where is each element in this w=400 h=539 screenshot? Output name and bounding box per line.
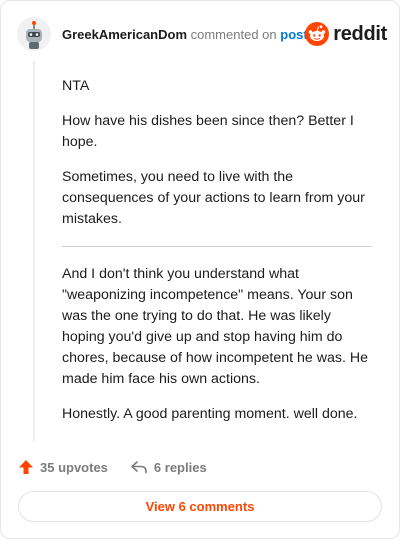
thread-line[interactable]: [33, 61, 35, 441]
snoo-avatar-icon: [17, 17, 51, 51]
comment-paragraph: Sometimes, you need to live with the con…: [62, 169, 365, 227]
comment-paragraph: How have his dishes been since then? Bet…: [62, 113, 354, 150]
upvote-button[interactable]: 35 upvotes: [18, 459, 108, 475]
comment-paragraph: NTA: [62, 78, 90, 94]
user-avatar[interactable]: [17, 17, 51, 51]
upvote-arrow-icon: [19, 460, 33, 474]
comment-paragraph: And I don't think you understand what "w…: [62, 266, 368, 387]
view-comments-button[interactable]: View 6 comments: [18, 491, 382, 522]
comment-paragraph: Honestly. A good parenting moment. well …: [62, 406, 358, 422]
upvote-count: 35 upvotes: [40, 459, 108, 475]
comment-meta: GreekAmericanDom commented on post: [62, 27, 308, 42]
reddit-wordmark: reddit: [333, 22, 387, 45]
comment-body: NTA How have his dishes been since then?…: [62, 76, 377, 439]
reply-arrow-icon: [131, 461, 147, 474]
comment-card: GreekAmericanDom commented on post reddi…: [0, 0, 400, 539]
horizontal-rule: [62, 246, 372, 247]
reddit-snoo-icon: [305, 22, 330, 46]
post-link[interactable]: post: [280, 27, 307, 42]
reply-count: 6 replies: [153, 459, 207, 475]
username-link[interactable]: GreekAmericanDom: [62, 27, 187, 42]
commented-on-text: commented on: [190, 27, 277, 42]
comment-actions: 35 upvotes 6 replies: [18, 457, 229, 477]
replies-button[interactable]: 6 replies: [130, 459, 207, 475]
comment-header: GreekAmericanDom commented on post reddi…: [17, 15, 387, 55]
reddit-logo[interactable]: reddit: [305, 21, 387, 47]
